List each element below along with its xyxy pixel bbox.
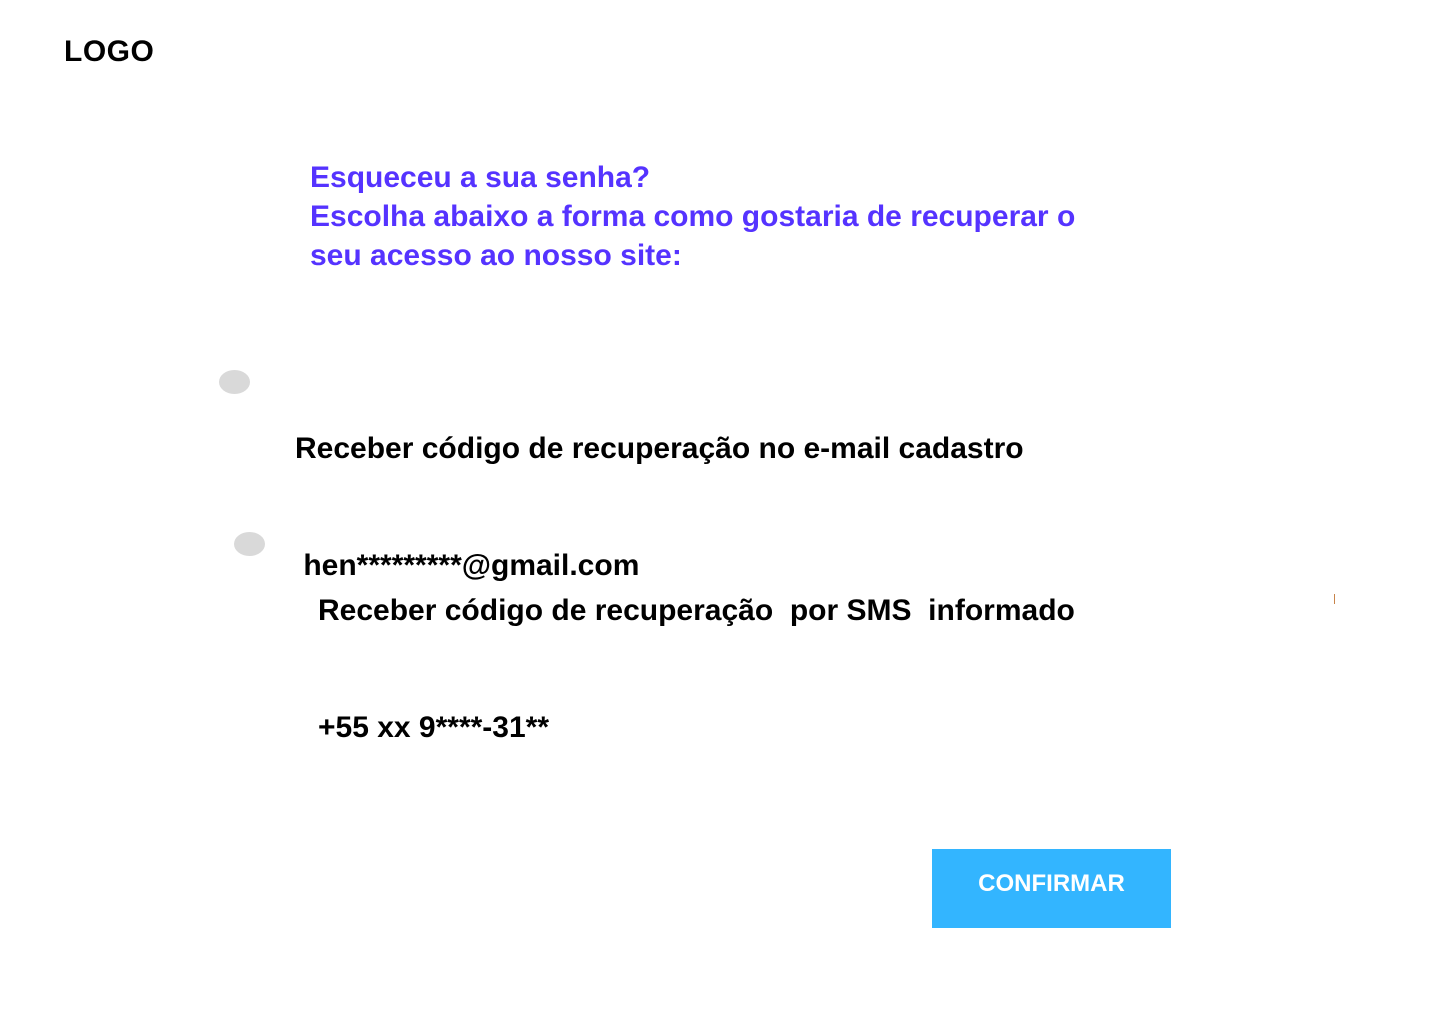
sms-option-radio[interactable] [234,532,265,556]
heading-title: Esqueceu a sua senha? [310,161,651,194]
email-option-title: Receber código de recuperação no e-mail … [295,432,1024,465]
masked-phone: +55 xx 9****-31** [318,711,550,744]
confirm-button[interactable]: CONFIRMAR [932,849,1171,928]
sms-option-title: Receber código de recuperação por SMS in… [318,594,1075,627]
heading-instruction-line-1: Escolha abaixo a forma como gostaria de … [310,200,1076,233]
logo: LOGO [64,35,155,68]
heading-instruction-line-2: seu acesso ao nosso site: [310,239,682,272]
text-cursor-mark [1334,594,1335,604]
sms-option-label[interactable]: Receber código de recuperação por SMS in… [318,513,1075,825]
page-heading: Esqueceu a sua senha? Escolha abaixo a f… [310,158,1190,275]
email-option-radio[interactable] [219,370,250,394]
